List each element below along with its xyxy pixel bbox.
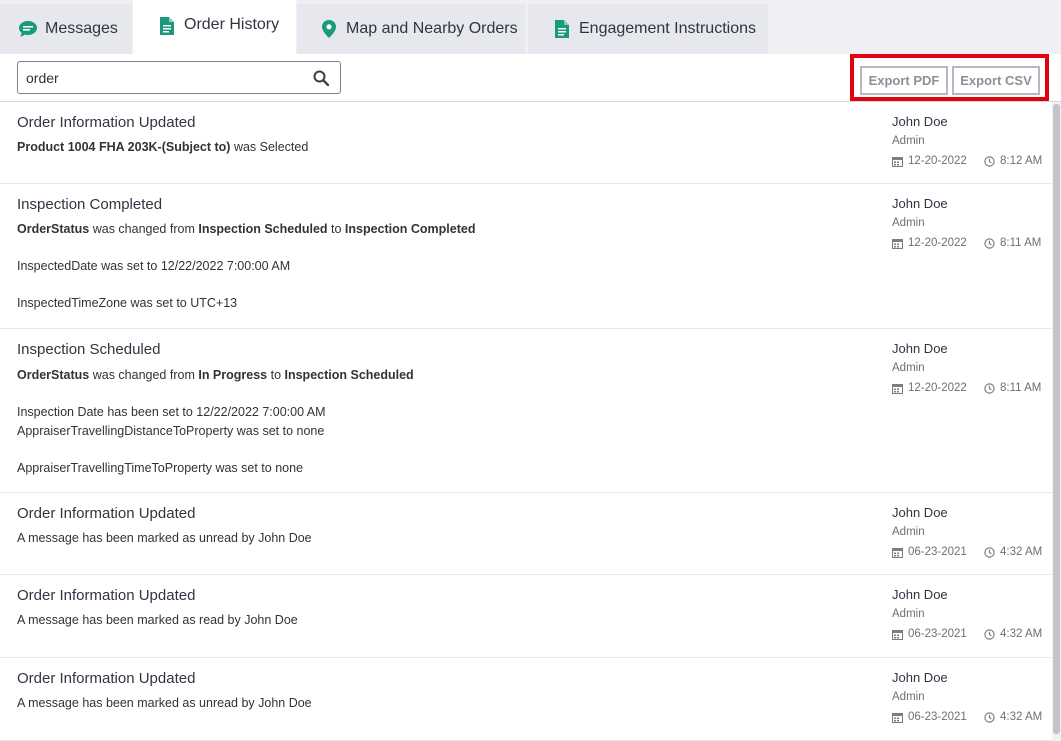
document-icon: [552, 19, 572, 39]
chat-bubble-icon: [18, 19, 38, 39]
history-entry: Order Information Updated A message has …: [0, 493, 1052, 575]
entry-time: 4:32 AM: [984, 711, 1042, 723]
user-role: Admin: [892, 135, 925, 147]
history-entry: Inspection Completed OrderStatus was cha…: [0, 184, 1052, 329]
calendar-icon: [892, 238, 903, 249]
user-name: John Doe: [892, 587, 948, 602]
entry-detail: OrderStatus was changed from In Progress…: [17, 368, 414, 382]
entry-detail: A message has been marked as read by Joh…: [17, 613, 298, 627]
entry-detail: AppraiserTravellingDistanceToProperty wa…: [17, 424, 325, 438]
user-name: John Doe: [892, 341, 948, 356]
history-entry: Order Information Updated Product 1004 F…: [0, 102, 1052, 184]
user-role: Admin: [892, 608, 925, 620]
calendar-icon: [892, 156, 903, 167]
entry-time: 8:11 AM: [984, 237, 1041, 249]
user-name: John Doe: [892, 196, 948, 211]
clock-icon: [984, 711, 995, 723]
entry-date: 12-20-2022: [892, 155, 967, 167]
entry-detail: OrderStatus was changed from Inspection …: [17, 222, 476, 236]
export-csv-button[interactable]: Export CSV: [952, 66, 1040, 95]
calendar-icon: [892, 629, 903, 640]
entry-date: 06-23-2021: [892, 628, 967, 640]
history-entry: Order Information Updated A message has …: [0, 575, 1052, 658]
calendar-icon: [892, 547, 903, 558]
tab-map-nearby-orders[interactable]: Map and Nearby Orders: [297, 4, 525, 54]
history-list: Order Information Updated Product 1004 F…: [0, 102, 1052, 741]
entry-detail: AppraiserTravellingTimeToProperty was se…: [17, 461, 304, 475]
calendar-icon: [892, 712, 903, 723]
clock-icon: [984, 546, 995, 558]
export-highlight-box: Export PDF Export CSV: [850, 54, 1049, 101]
user-name: John Doe: [892, 505, 948, 520]
search-icon[interactable]: [313, 70, 330, 87]
entry-detail: InspectedDate was set to 12/22/2022 7:00…: [17, 259, 291, 273]
tab-bar: Messages Order History Map and Nearby Or…: [0, 0, 1061, 54]
user-name: John Doe: [892, 670, 948, 685]
search-box: [17, 61, 341, 94]
entry-date: 12-20-2022: [892, 237, 967, 249]
tab-label: Messages: [45, 20, 118, 37]
history-entry: Order Information Updated A message has …: [0, 658, 1052, 741]
entry-detail: Inspection Date has been set to 12/22/20…: [17, 405, 326, 419]
user-name: John Doe: [892, 114, 948, 129]
tab-label: Engagement Instructions: [579, 20, 756, 37]
clock-icon: [984, 382, 995, 394]
clock-icon: [984, 628, 995, 640]
entry-time: 4:32 AM: [984, 546, 1042, 558]
tab-label: Map and Nearby Orders: [346, 20, 518, 37]
calendar-icon: [892, 383, 903, 394]
user-role: Admin: [892, 217, 925, 229]
user-role: Admin: [892, 526, 925, 538]
entry-title: Inspection Completed: [17, 196, 163, 213]
entry-time: 8:11 AM: [984, 382, 1041, 394]
entry-title: Order Information Updated: [17, 587, 196, 604]
scrollbar-thumb[interactable]: [1053, 104, 1060, 734]
clock-icon: [984, 155, 995, 167]
entry-date: 06-23-2021: [892, 711, 967, 723]
entry-title: Order Information Updated: [17, 114, 196, 131]
export-pdf-button[interactable]: Export PDF: [860, 66, 948, 95]
user-role: Admin: [892, 362, 925, 374]
user-role: Admin: [892, 691, 925, 703]
map-pin-icon: [319, 19, 339, 39]
history-entry: Inspection Scheduled OrderStatus was cha…: [0, 329, 1052, 493]
search-input[interactable]: [26, 62, 306, 93]
entry-title: Order Information Updated: [17, 670, 196, 687]
clock-icon: [984, 237, 995, 249]
tab-engagement-instructions[interactable]: Engagement Instructions: [528, 4, 768, 54]
document-icon: [157, 16, 177, 36]
entry-title: Order Information Updated: [17, 505, 196, 522]
entry-detail: Product 1004 FHA 203K-(Subject to) was S…: [17, 140, 309, 154]
entry-time: 8:12 AM: [984, 155, 1042, 167]
entry-date: 06-23-2021: [892, 546, 967, 558]
tab-label: Order History: [184, 16, 280, 33]
entry-detail: A message has been marked as unread by J…: [17, 531, 312, 545]
entry-detail: A message has been marked as unread by J…: [17, 696, 312, 710]
tab-order-history[interactable]: Order History: [133, 0, 296, 54]
entry-date: 12-20-2022: [892, 382, 967, 394]
entry-detail: InspectedTimeZone was set to UTC+13: [17, 296, 238, 310]
entry-title: Inspection Scheduled: [17, 341, 161, 358]
entry-time: 4:32 AM: [984, 628, 1042, 640]
tab-messages[interactable]: Messages: [0, 4, 132, 54]
